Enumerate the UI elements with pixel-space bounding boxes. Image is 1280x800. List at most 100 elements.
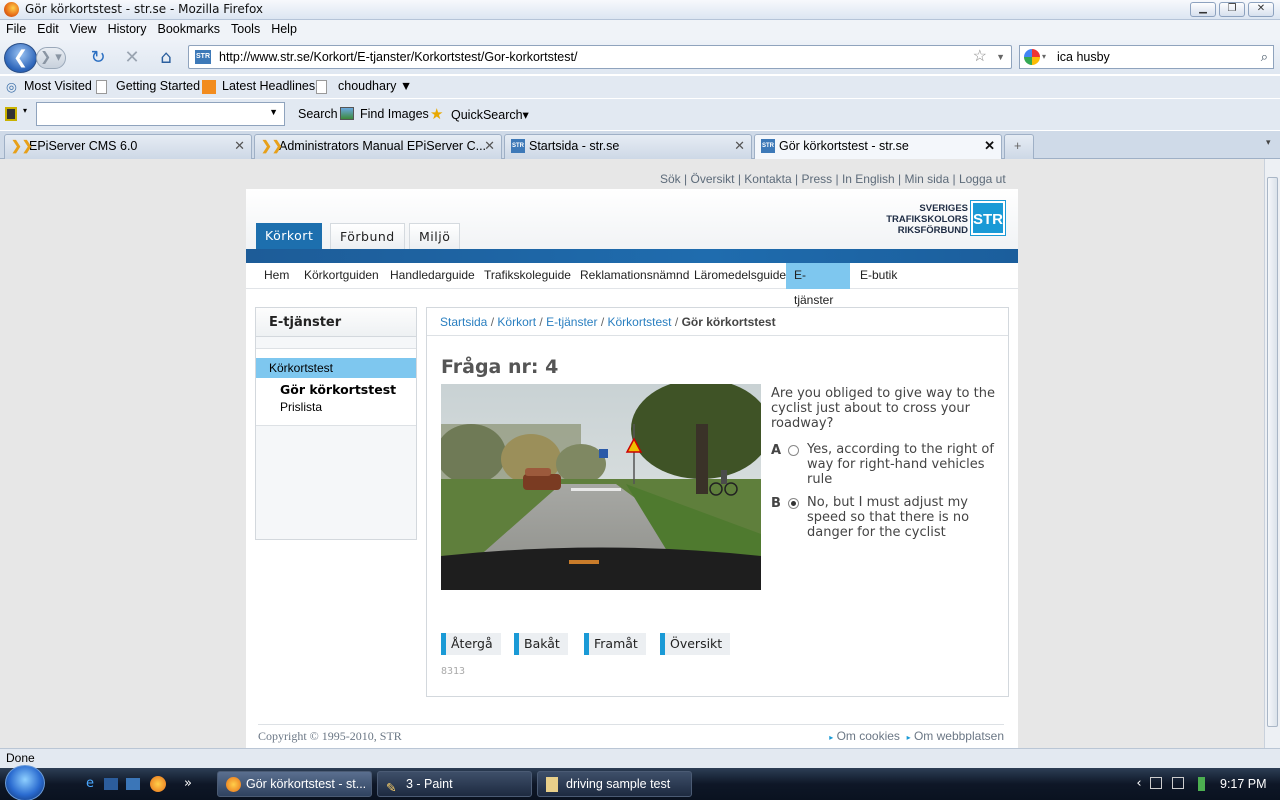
answer-option-a[interactable]: A Yes, according to the right of way for…: [771, 442, 1001, 488]
google-icon[interactable]: [1024, 49, 1040, 65]
bookmark-getting-started[interactable]: Getting Started: [116, 79, 200, 93]
url-input[interactable]: STR http://www.str.se/Korkort/E-tjanster…: [188, 45, 1012, 69]
bookmark-most-visited[interactable]: Most Visited: [24, 79, 92, 93]
switch-windows-icon[interactable]: [126, 778, 140, 790]
crumb-e-tjanster[interactable]: E-tjänster: [546, 315, 597, 329]
menu-tools[interactable]: Tools: [225, 20, 265, 36]
link-kontakta[interactable]: Kontakta: [744, 172, 791, 186]
bookmark-latest-headlines[interactable]: Latest Headlines: [222, 79, 315, 93]
scrollbar-thumb[interactable]: [1267, 177, 1278, 727]
close-button[interactable]: ✕: [1248, 2, 1274, 17]
framat-button[interactable]: Framåt: [584, 633, 646, 655]
main-tab-korkort[interactable]: Körkort: [256, 223, 323, 249]
tab-startsida[interactable]: STR Startsida - str.se ✕: [504, 134, 752, 159]
link-om-cookies[interactable]: Om cookies: [837, 729, 900, 743]
str-logo[interactable]: SVERIGES TRAFIKSKOLORS RIKSFÖRBUND STR: [882, 200, 1006, 237]
option-text: No, but I must adjust my speed so that t…: [807, 495, 970, 540]
subnav-trafikskoleguide[interactable]: Trafikskoleguide: [476, 263, 579, 289]
crumb-korkortstest[interactable]: Körkortstest: [608, 315, 672, 329]
menu-edit[interactable]: Edit: [31, 20, 64, 36]
sidebar-item-prislista[interactable]: Prislista: [280, 400, 322, 414]
link-oversikt[interactable]: Översikt: [690, 172, 734, 186]
menu-bookmarks[interactable]: Bookmarks: [151, 20, 225, 36]
show-desktop-icon[interactable]: [104, 778, 118, 790]
bookmark-star-icon[interactable]: ☆: [973, 46, 987, 68]
main-tab-forbund[interactable]: Förbund: [330, 223, 405, 249]
new-tab-button[interactable]: +: [1004, 134, 1034, 159]
menu-view[interactable]: View: [64, 20, 102, 36]
search-input[interactable]: ▾ ica husby ⌕: [1019, 45, 1274, 69]
image-icon: [340, 107, 354, 120]
menu-help[interactable]: Help: [265, 20, 302, 36]
forward-button[interactable]: ❯ ▾: [36, 47, 66, 69]
engine-dropdown-icon[interactable]: ▾: [1042, 46, 1046, 68]
minimize-button[interactable]: ▁: [1190, 2, 1216, 17]
atergå-button[interactable]: Återgå: [441, 633, 501, 655]
oversikt-button[interactable]: Översikt: [660, 633, 731, 655]
link-in-english[interactable]: In English: [842, 172, 895, 186]
link-sok[interactable]: Sök: [660, 172, 681, 186]
subnav-laromedelsguide[interactable]: Läromedelsguide: [686, 263, 794, 289]
firefox-quicklaunch-icon[interactable]: [150, 776, 166, 792]
crumb-startsida[interactable]: Startsida: [440, 315, 487, 329]
search-icon[interactable]: ⌕: [1261, 46, 1268, 68]
close-tab-icon[interactable]: ✕: [984, 135, 995, 157]
tab-episerver-cms[interactable]: ❯❯ EPiServer CMS 6.0 ✕: [4, 134, 252, 159]
close-tab-icon[interactable]: ✕: [234, 135, 245, 157]
toolbar-search-button[interactable]: Search: [298, 107, 338, 121]
bookmark-choudhary[interactable]: choudhary ▼: [338, 79, 412, 93]
answer-option-b[interactable]: B No, but I must adjust my speed so that…: [771, 495, 1001, 541]
subnav-reklamationsnamnd[interactable]: Reklamationsnämnd: [572, 263, 697, 289]
close-tab-icon[interactable]: ✕: [484, 135, 495, 157]
tray-expand-icon[interactable]: ‹: [1131, 776, 1147, 792]
subnav-e-tjanster[interactable]: E-tjänster: [786, 263, 850, 307]
home-icon[interactable]: ⌂: [156, 48, 176, 68]
stop-icon[interactable]: ✕: [122, 48, 142, 68]
volume-icon[interactable]: [1172, 777, 1184, 789]
link-logga-ut[interactable]: Logga ut: [959, 172, 1006, 186]
toolbar-menu-icon[interactable]: ▾: [23, 106, 27, 115]
radio-option-b[interactable]: [788, 498, 799, 509]
most-visited-icon: ◎: [6, 80, 17, 94]
question-text: Are you obliged to give way to the cycli…: [771, 386, 995, 431]
find-images-button[interactable]: Find Images: [360, 107, 429, 121]
back-button[interactable]: ❮: [4, 43, 37, 73]
sidebar-item-korkortstest[interactable]: Körkortstest: [256, 358, 416, 378]
quicksearch-button[interactable]: QuickSearch▾: [451, 107, 529, 122]
tab-gor-korkortstest[interactable]: STR Gör körkortstest - str.se ✕: [754, 134, 1002, 160]
toolbar-search-combo[interactable]: ▼: [36, 102, 285, 126]
list-all-tabs-icon[interactable]: ▾: [1266, 138, 1271, 148]
more-icon[interactable]: »: [180, 776, 196, 792]
tab-admin-manual[interactable]: ❯❯ Administrators Manual EPiServer C... …: [254, 134, 502, 159]
link-min-sida[interactable]: Min sida: [904, 172, 949, 186]
task-paint[interactable]: ✎ 3 - Paint: [377, 771, 532, 797]
subnav-e-butik[interactable]: E-butik: [852, 263, 905, 289]
clock[interactable]: 9:17 PM: [1220, 768, 1267, 800]
start-button[interactable]: [5, 765, 45, 800]
bakat-button[interactable]: Bakåt: [514, 633, 568, 655]
reload-icon[interactable]: ↻: [88, 48, 108, 68]
menu-history[interactable]: History: [102, 20, 152, 36]
crumb-korkort[interactable]: Körkort: [497, 315, 536, 329]
sidebar-title: E-tjänster: [256, 308, 416, 337]
menu-file[interactable]: File: [0, 20, 31, 36]
utility-links: Sök | Översikt | Kontakta | Press | In E…: [660, 172, 1006, 186]
sidebar-item-gor-korkortstest[interactable]: Gör körkortstest: [280, 382, 396, 397]
task-firefox[interactable]: Gör körkortstest - st...: [217, 771, 372, 797]
link-press[interactable]: Press: [801, 172, 832, 186]
url-dropdown-icon[interactable]: ▼: [996, 46, 1005, 68]
close-tab-icon[interactable]: ✕: [734, 135, 745, 157]
main-tab-miljo[interactable]: Miljö: [409, 223, 461, 249]
subnav-hem[interactable]: Hem: [256, 263, 297, 289]
subnav-handledarguide[interactable]: Handledarguide: [382, 263, 483, 289]
radio-option-a[interactable]: [788, 445, 799, 456]
ie-icon[interactable]: e: [82, 776, 98, 792]
site-footer: Copyright © 1995-2010, STR ▸ Om cookies …: [258, 724, 1004, 748]
task-driving-sample[interactable]: driving sample test: [537, 771, 692, 797]
network-icon[interactable]: [1150, 777, 1162, 789]
subnav-korkortguiden[interactable]: Körkortguiden: [296, 263, 387, 289]
maximize-button[interactable]: ❐: [1219, 2, 1245, 17]
vertical-scrollbar[interactable]: [1264, 159, 1280, 748]
battery-icon[interactable]: [1198, 777, 1205, 791]
link-om-webbplatsen[interactable]: Om webbplatsen: [914, 729, 1004, 743]
